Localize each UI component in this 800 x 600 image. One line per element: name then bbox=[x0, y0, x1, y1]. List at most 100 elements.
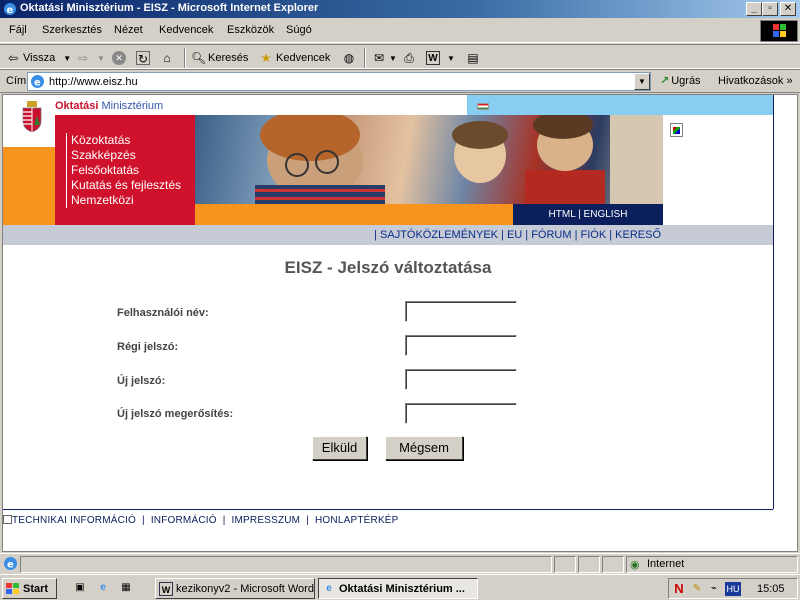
back-button[interactable]: ⇦ Vissza ▼ bbox=[6, 49, 71, 67]
connection-icon[interactable]: ⌁ bbox=[707, 582, 721, 596]
nav-item-szakkepzes[interactable]: Szakképzés bbox=[71, 148, 181, 163]
favorites-button[interactable]: ★ Kedvencek bbox=[259, 49, 331, 67]
media-button[interactable]: ◍ bbox=[342, 49, 359, 67]
photo-illustration bbox=[255, 109, 663, 204]
svg-text:e: e bbox=[7, 5, 14, 16]
media-icon: ◍ bbox=[343, 51, 355, 65]
task-word[interactable]: W kezikonyv2 - Microsoft Word bbox=[155, 578, 315, 599]
start-label: Start bbox=[23, 582, 49, 595]
forward-button[interactable]: ⇨ ▼ bbox=[76, 49, 105, 67]
menu-favorites[interactable]: Kedvencek bbox=[159, 24, 213, 36]
checkbox[interactable] bbox=[3, 515, 12, 524]
footer-separator: | bbox=[142, 515, 145, 526]
system-tray: N ✎ ⌁ HU 15:05 bbox=[668, 578, 798, 599]
confirm-password-label: Új jelszó megerősítés: bbox=[117, 408, 234, 420]
ie-icon: e bbox=[326, 582, 332, 594]
nav-item-kutatas[interactable]: Kutatás és fejlesztés bbox=[71, 178, 181, 193]
content-border bbox=[773, 95, 774, 509]
refresh-button[interactable]: ↻ bbox=[136, 49, 153, 67]
menu-tools[interactable]: Eszközök bbox=[227, 24, 274, 36]
print-icon: ⎙ bbox=[404, 51, 414, 65]
ministry-name[interactable]: Oktatási Minisztérium bbox=[55, 100, 163, 112]
footer-links: TECHNIKAI INFORMÁCIÓ | INFORMÁCIÓ | IMPRESSZ… bbox=[3, 515, 399, 526]
home-button[interactable]: ⌂ bbox=[160, 49, 177, 67]
pencil-icon[interactable]: ✎ bbox=[690, 582, 704, 596]
site-header: Oktatási Minisztérium Közoktatás Szakkép… bbox=[3, 95, 773, 245]
links-toolbar[interactable]: Hivatkozások » bbox=[718, 75, 793, 87]
norton-icon[interactable]: N bbox=[672, 582, 686, 596]
search-button[interactable]: 🔍︎ Keresés bbox=[191, 49, 248, 67]
footer-link-impressum[interactable]: IMPRESSZUM bbox=[232, 515, 301, 526]
cancel-button[interactable]: Mégsem bbox=[385, 436, 463, 460]
back-arrow-icon: ⇦ bbox=[7, 51, 19, 65]
address-dropdown-button[interactable]: ▼ bbox=[634, 73, 650, 90]
address-label: Cím bbox=[6, 75, 27, 87]
zone-label: Internet bbox=[647, 558, 685, 570]
close-button[interactable]: ✕ bbox=[780, 2, 796, 16]
footer-link-sitemap[interactable]: HONLAPTÉRKÉP bbox=[315, 515, 399, 526]
address-input[interactable]: e http://www.eisz.hu ▼ bbox=[27, 72, 651, 91]
confirm-password-field[interactable] bbox=[405, 403, 517, 424]
chevron-down-icon: ▼ bbox=[447, 53, 455, 63]
print-button[interactable]: ⎙ bbox=[402, 49, 419, 67]
footer-divider bbox=[3, 509, 773, 510]
language-switch[interactable]: HTML | ENGLISH bbox=[513, 204, 663, 225]
windows-logo-icon bbox=[760, 20, 798, 42]
orange-block bbox=[3, 147, 55, 225]
menu-help[interactable]: Súgó bbox=[286, 24, 312, 36]
forward-arrow-icon: ⇨ bbox=[77, 51, 89, 65]
ministry-name-bold: Oktatási bbox=[55, 100, 99, 112]
language-indicator[interactable]: HU bbox=[725, 582, 741, 596]
top-links[interactable]: | SAJTÓKÖZLEMÉNYEK | EU | FÓRUM | FIÓK |… bbox=[374, 229, 661, 241]
status-bar: e ◉ Internet bbox=[0, 553, 800, 573]
mail-button[interactable]: ✉ ▼ bbox=[372, 49, 397, 67]
footer-link-technical[interactable]: TECHNIKAI INFORMÁCIÓ bbox=[12, 515, 136, 526]
minimize-button[interactable]: _ bbox=[746, 2, 762, 16]
edit-button[interactable]: W ▼ bbox=[426, 49, 455, 67]
toolbar: ⇦ Vissza ▼ ⇨ ▼ ✕ ↻ ⌂ 🔍︎ Keresés ★ Kedven… bbox=[0, 44, 800, 69]
links-label: Hivatkozások bbox=[718, 75, 784, 87]
go-button[interactable]: ↗ Ugrás bbox=[660, 74, 701, 88]
mail-icon: ✉ bbox=[373, 51, 385, 65]
menu-file[interactable]: Fájl bbox=[9, 24, 27, 36]
word-icon: W bbox=[426, 51, 440, 65]
hungarian-flag-icon[interactable] bbox=[477, 103, 489, 110]
maximize-button[interactable]: ▫ bbox=[762, 2, 778, 16]
task-ie[interactable]: e Oktatási Minisztérium ... bbox=[318, 578, 478, 599]
chevron-down-icon: ▼ bbox=[638, 77, 646, 86]
header-blue-bar bbox=[467, 95, 773, 115]
menu-bar: Fájl Szerkesztés Nézet Kedvencek Eszközö… bbox=[0, 18, 800, 43]
orange-strip bbox=[195, 204, 513, 225]
footer-link-info[interactable]: INFORMÁCIÓ bbox=[151, 515, 217, 526]
favorites-label: Kedvencek bbox=[276, 52, 331, 64]
svg-text:e: e bbox=[7, 560, 14, 571]
search-label: Keresés bbox=[208, 52, 249, 64]
username-label: Felhasználói név: bbox=[117, 307, 209, 319]
username-field[interactable] bbox=[405, 301, 517, 322]
back-label: Vissza bbox=[23, 52, 56, 64]
nav-item-felsooktatas[interactable]: Felsőoktatás bbox=[71, 163, 181, 178]
security-zone: ◉ Internet bbox=[626, 556, 798, 573]
ie-quicklaunch-icon[interactable]: e bbox=[96, 581, 110, 595]
menu-view[interactable]: Nézet bbox=[114, 24, 143, 36]
favorites-icon: ★ bbox=[260, 51, 272, 65]
ie-icon: e bbox=[4, 3, 16, 16]
header-photo bbox=[195, 109, 663, 204]
page-title: EISZ - Jelszó változtatása bbox=[284, 258, 492, 277]
submit-button[interactable]: Elküld bbox=[312, 436, 367, 460]
old-password-field[interactable] bbox=[405, 335, 517, 356]
taskbar: Start ▣ e ▦ W kezikonyv2 - Microsoft Wor… bbox=[0, 574, 800, 600]
start-button[interactable]: Start bbox=[2, 578, 57, 599]
nav-item-nemzetkozi[interactable]: Nemzetközi bbox=[71, 193, 181, 208]
search-icon: 🔍︎ bbox=[191, 51, 207, 65]
explorer-quicklaunch-icon[interactable]: ▦ bbox=[119, 581, 133, 595]
stop-button[interactable]: ✕ bbox=[112, 49, 129, 67]
new-password-field[interactable] bbox=[405, 369, 517, 390]
task-word-label: kezikonyv2 - Microsoft Word bbox=[176, 582, 314, 595]
discuss-button[interactable]: ▤ bbox=[466, 49, 483, 67]
new-password-label: Új jelszó: bbox=[117, 375, 166, 387]
nav-item-kozoktatas[interactable]: Közoktatás bbox=[71, 133, 181, 148]
show-desktop-icon[interactable]: ▣ bbox=[73, 581, 87, 595]
menu-edit[interactable]: Szerkesztés bbox=[42, 24, 102, 36]
old-password-label: Régi jelszó: bbox=[117, 341, 179, 353]
